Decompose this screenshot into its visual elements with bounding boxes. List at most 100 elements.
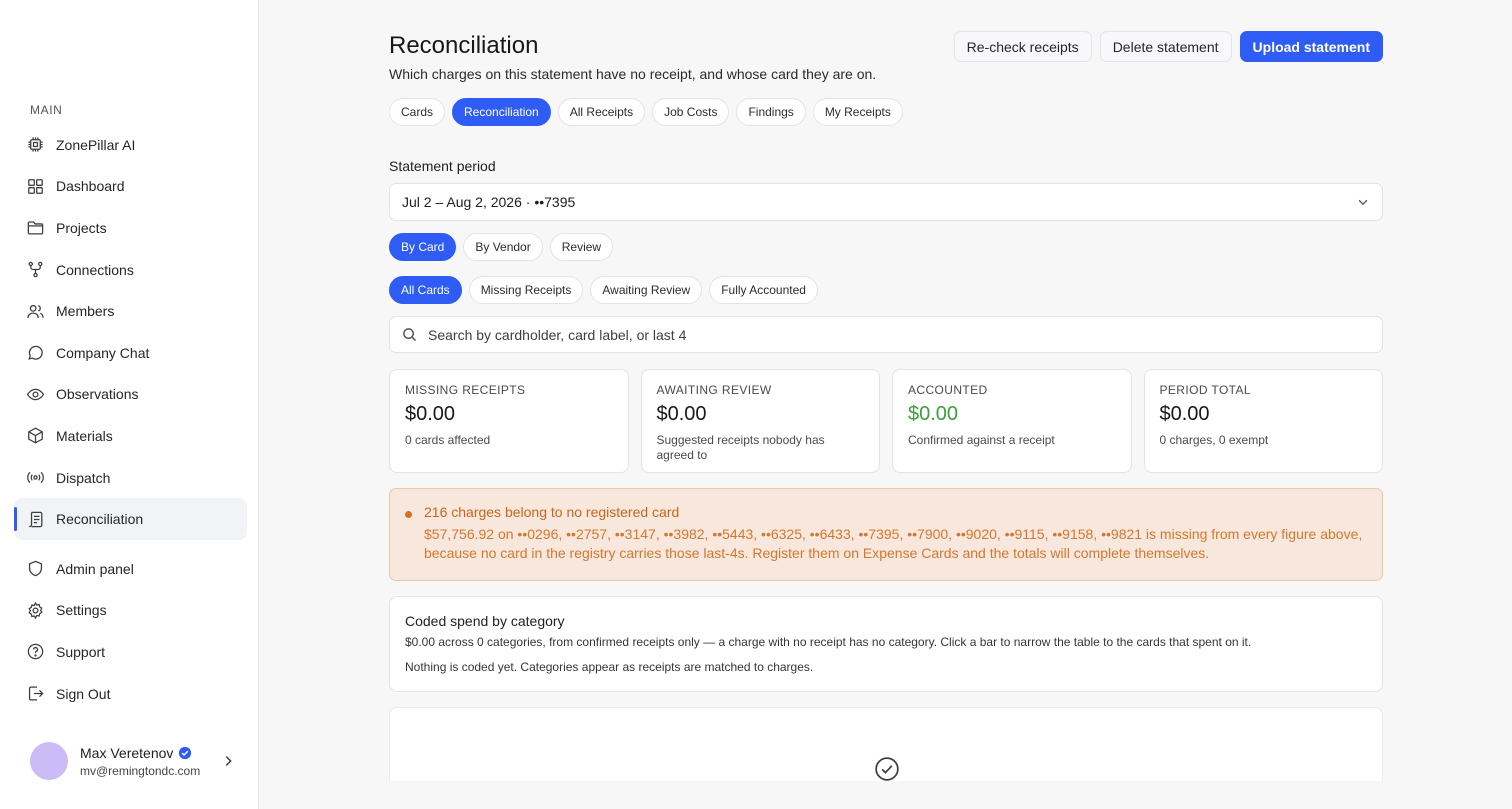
sidebar-item-label: Members: [56, 303, 115, 320]
sidebar-item-dispatch[interactable]: Dispatch: [14, 457, 247, 499]
sidebar-item-label: Projects: [56, 219, 107, 236]
filter-all-cards[interactable]: All Cards: [389, 276, 462, 304]
search-box: [389, 316, 1383, 353]
sidebar-item-connections[interactable]: Connections: [14, 249, 247, 291]
folder-icon: [27, 221, 44, 235]
search-input[interactable]: [428, 326, 1370, 343]
tab-job-costs[interactable]: Job Costs: [652, 98, 730, 126]
unregistered-cards-alert: 216 charges belong to no registered card…: [389, 488, 1383, 581]
sidebar-item-settings[interactable]: Settings: [14, 590, 247, 632]
recheck-receipts-button[interactable]: Re-check receipts: [953, 31, 1092, 62]
sidebar-item-label: Dispatch: [56, 469, 111, 486]
sidebar-nav: ZonePillar AI Dashboard Projects Connect…: [14, 124, 247, 714]
statement-period-select[interactable]: Jul 2 – Aug 2, 2026 · ••7395: [389, 183, 1383, 221]
summary-card-period-total[interactable]: PERIOD TOTAL $0.00 0 charges, 0 exempt: [1143, 369, 1383, 473]
sidebar-item-observations[interactable]: Observations: [14, 374, 247, 416]
radio-broadcast-icon: [27, 471, 44, 484]
search-icon: [403, 328, 417, 342]
upload-statement-button[interactable]: Upload statement: [1239, 31, 1383, 62]
card-note: Suggested receipts nobody has agreed to: [656, 433, 825, 462]
tab-all-receipts[interactable]: All Receipts: [557, 98, 646, 126]
card-value: $0.00: [656, 403, 707, 425]
grid-icon: [28, 179, 43, 194]
eye-icon: [26, 388, 45, 401]
panel-title: Coded spend by category: [405, 613, 565, 629]
filter-awaiting-review[interactable]: Awaiting Review: [590, 276, 703, 304]
card-value: $0.00: [405, 403, 456, 425]
card-label: MISSING RECEIPTS: [405, 383, 526, 397]
card-value: $0.00: [908, 403, 959, 425]
sidebar-item-zonepillar-ai[interactable]: ZonePillar AI: [14, 124, 247, 166]
sidebar-item-company-chat[interactable]: Company Chat: [14, 332, 247, 374]
delete-statement-button[interactable]: Delete statement: [1099, 31, 1232, 62]
chat-bubble-icon: [28, 346, 43, 361]
summary-cards: MISSING RECEIPTS $0.00 0 cards affected …: [389, 369, 1383, 473]
tab-review[interactable]: Review: [549, 233, 614, 261]
page-subtitle: Which charges on this statement have no …: [389, 66, 877, 82]
receipt-icon: [29, 511, 43, 527]
warning-dot-icon: [405, 511, 412, 518]
cpu-chip-icon: [28, 137, 43, 152]
sidebar-item-admin-panel[interactable]: Admin panel: [14, 548, 247, 590]
sidebar-item-dashboard[interactable]: Dashboard: [14, 166, 247, 208]
avatar: [30, 742, 68, 780]
verified-badge-icon: [179, 746, 192, 759]
results-panel: [389, 707, 1383, 781]
user-email: mv@remingtondc.com: [80, 763, 201, 778]
sidebar-item-label: Dashboard: [56, 178, 125, 195]
tab-findings[interactable]: Findings: [736, 98, 806, 126]
card-label: PERIOD TOTAL: [1159, 383, 1251, 397]
panel-empty-state: Nothing is coded yet. Categories appear …: [405, 660, 814, 674]
card-note: 0 cards affected: [405, 433, 491, 447]
sidebar-item-label: Connections: [56, 261, 134, 278]
card-value: $0.00: [1159, 403, 1210, 425]
summary-card-missing-receipts[interactable]: MISSING RECEIPTS $0.00 0 cards affected: [389, 369, 629, 473]
alert-body: $57,756.92 on ••0296, ••2757, ••3147, ••…: [424, 526, 1363, 561]
sidebar-item-label: Observations: [56, 386, 139, 403]
card-label: ACCOUNTED: [908, 383, 988, 397]
tab-reconciliation[interactable]: Reconciliation: [452, 98, 551, 126]
tab-my-receipts[interactable]: My Receipts: [812, 98, 903, 126]
sidebar-item-label: Settings: [56, 602, 107, 619]
shield-icon: [28, 560, 43, 577]
card-label: AWAITING REVIEW: [656, 383, 772, 397]
card-note: Confirmed against a receipt: [908, 433, 1055, 447]
sidebar-item-label: ZonePillar AI: [56, 136, 136, 153]
check-circle-icon: [875, 757, 899, 781]
sidebar-item-label: Company Chat: [56, 344, 150, 361]
group-by-tabs: By Card By Vendor Review: [389, 233, 614, 261]
sidebar-item-reconciliation[interactable]: Reconciliation: [14, 498, 247, 540]
page-tabs: Cards Reconciliation All Receipts Job Co…: [389, 98, 903, 126]
sidebar-item-materials[interactable]: Materials: [14, 415, 247, 457]
sidebar-item-label: Materials: [56, 427, 113, 444]
sidebar-item-label: Reconciliation: [56, 511, 144, 528]
sidebar-item-projects[interactable]: Projects: [14, 207, 247, 249]
alert-title: 216 charges belong to no registered card: [424, 504, 680, 520]
sidebar-item-label: Sign Out: [56, 685, 111, 702]
sidebar-item-sign-out[interactable]: Sign Out: [14, 673, 247, 715]
summary-card-accounted[interactable]: ACCOUNTED $0.00 Confirmed against a rece…: [892, 369, 1132, 473]
filter-fully-accounted[interactable]: Fully Accounted: [709, 276, 818, 304]
user-name: Max Veretenov: [80, 744, 174, 761]
card-filter-tabs: All Cards Missing Receipts Awaiting Revi…: [389, 276, 818, 304]
sidebar: MAIN ZonePillar AI Dashboard Projects Co…: [0, 0, 259, 809]
coded-spend-panel: Coded spend by category $0.00 across 0 c…: [389, 596, 1383, 692]
chevron-down-icon: [1358, 199, 1368, 206]
tab-by-card[interactable]: By Card: [389, 233, 457, 261]
summary-card-awaiting-review[interactable]: AWAITING REVIEW $0.00 Suggested receipts…: [640, 369, 880, 473]
user-menu[interactable]: Max Veretenov mv@remingtondc.com: [30, 742, 235, 780]
filter-missing-receipts[interactable]: Missing Receipts: [468, 276, 584, 304]
box-icon: [28, 427, 43, 444]
help-circle-icon: [27, 644, 44, 660]
page-title: Reconciliation: [389, 32, 539, 59]
sidebar-item-support[interactable]: Support: [14, 631, 247, 673]
sidebar-item-members[interactable]: Members: [14, 290, 247, 332]
sidebar-section-label: MAIN: [30, 103, 63, 117]
chevron-right-icon: [225, 756, 232, 766]
gear-icon: [28, 601, 43, 620]
tab-cards[interactable]: Cards: [389, 98, 446, 126]
card-note: 0 charges, 0 exempt: [1159, 433, 1269, 447]
git-fork-icon: [28, 261, 43, 278]
statement-period-label: Statement period: [389, 158, 496, 174]
tab-by-vendor[interactable]: By Vendor: [463, 233, 543, 261]
